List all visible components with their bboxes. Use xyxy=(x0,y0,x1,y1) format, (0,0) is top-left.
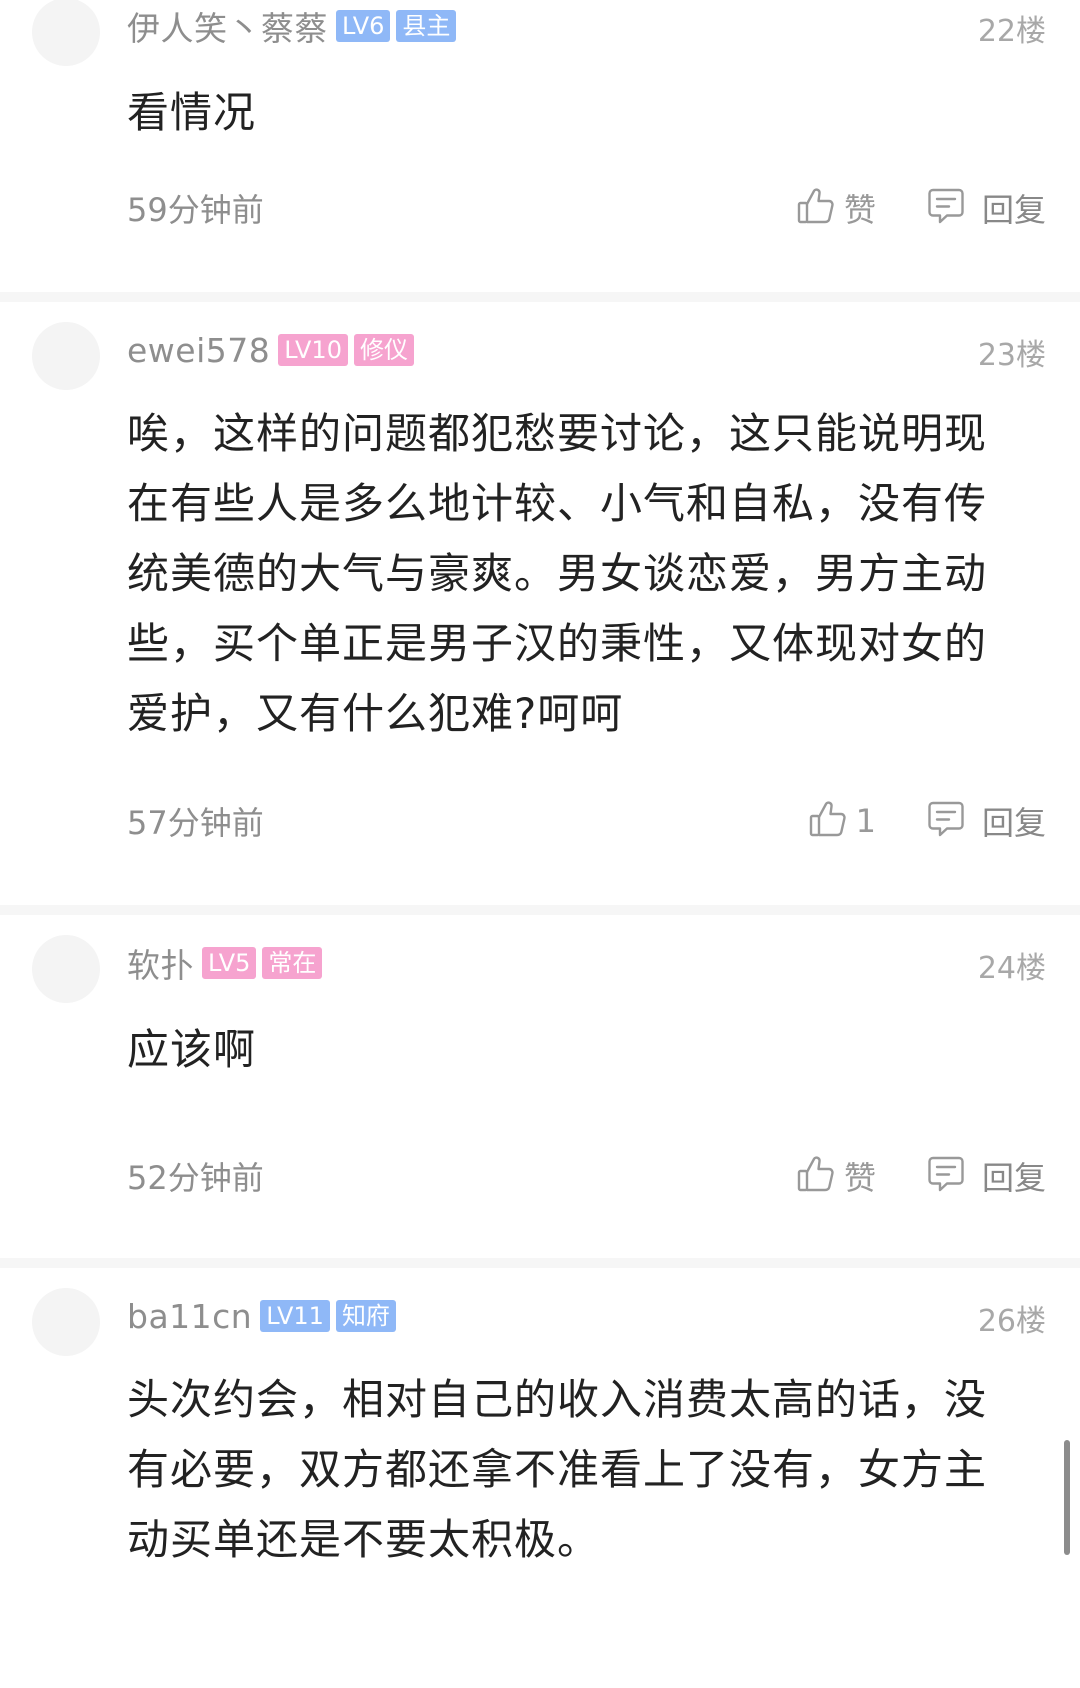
reply-label: 回复 xyxy=(981,191,1046,229)
avatar[interactable] xyxy=(32,935,100,1003)
level-badge: LV10 xyxy=(278,334,348,366)
comment-meta: ba11cn LV11 知府 xyxy=(127,1294,396,1338)
comment-footer: 57分钟前 1 回复 xyxy=(127,797,1046,845)
comment-meta: 软扑 LV5 常在 xyxy=(127,939,323,987)
like-button[interactable]: 1 xyxy=(808,799,876,843)
timestamp: 52分钟前 xyxy=(127,1159,264,1197)
timestamp: 57分钟前 xyxy=(127,804,264,842)
title-badge: 常在 xyxy=(262,947,323,979)
like-label: 赞 xyxy=(843,191,876,229)
floor-number: 22楼 xyxy=(977,14,1046,49)
reply-label: 回复 xyxy=(981,1159,1046,1197)
comment-item: 伊人笑丶蔡蔡 LV6 县主 22楼 看情况 59分钟前 赞 回复 xyxy=(0,0,1080,292)
divider xyxy=(0,905,1080,915)
divider xyxy=(0,292,1080,302)
comment-feed: 伊人笑丶蔡蔡 LV6 县主 22楼 看情况 59分钟前 赞 回复 ewei578… xyxy=(0,0,1080,1688)
divider xyxy=(0,1258,1080,1268)
avatar[interactable] xyxy=(32,1288,100,1356)
comment-meta: 伊人笑丶蔡蔡 LV6 县主 xyxy=(127,2,457,50)
floor-number: 23楼 xyxy=(977,338,1046,373)
thumbs-up-icon xyxy=(796,186,836,230)
comment-meta: ewei578 LV10 修仪 xyxy=(127,328,414,372)
floor-number: 24楼 xyxy=(977,951,1046,986)
username[interactable]: ewei578 xyxy=(127,331,270,370)
like-count: 1 xyxy=(855,802,876,840)
avatar[interactable] xyxy=(32,0,100,66)
comment-text: 看情况 xyxy=(127,88,257,137)
thumbs-up-icon xyxy=(808,799,848,843)
title-badge: 知府 xyxy=(335,1300,396,1332)
thumbs-up-icon xyxy=(796,1154,836,1198)
comment-footer: 59分钟前 赞 回复 xyxy=(127,184,1046,232)
comment-text: 头次约会，相对自己的收入消费太高的话，没有必要，双方都还拿不准看上了没有，女方主… xyxy=(127,1375,988,1564)
level-badge: LV11 xyxy=(260,1300,330,1332)
title-badge: 修仪 xyxy=(353,334,414,366)
level-badge: LV6 xyxy=(336,10,391,42)
like-button[interactable]: 赞 xyxy=(796,1153,876,1199)
username[interactable]: ba11cn xyxy=(127,1297,252,1336)
reply-button[interactable]: 回复 xyxy=(926,1153,1046,1199)
comment-footer: 52分钟前 赞 回复 xyxy=(127,1152,1046,1200)
reply-button[interactable]: 回复 xyxy=(926,185,1046,231)
comment-item: 软扑 LV5 常在 24楼 应该啊 52分钟前 赞 回复 xyxy=(0,915,1080,1258)
reply-label: 回复 xyxy=(981,804,1046,842)
username[interactable]: 伊人笑丶蔡蔡 xyxy=(127,2,328,50)
like-button[interactable]: 赞 xyxy=(796,185,876,231)
comment-item: ewei578 LV10 修仪 23楼 唉，这样的问题都犯愁要讨论，这只能说明现… xyxy=(0,302,1080,905)
comment-text: 唉，这样的问题都犯愁要讨论，这只能说明现在有些人是多么地计较、小气和自私，没有传… xyxy=(127,409,988,738)
scrollbar[interactable] xyxy=(1064,1440,1070,1555)
comment-item: ba11cn LV11 知府 26楼 头次约会，相对自己的收入消费太高的话，没有… xyxy=(0,1268,1080,1688)
reply-button[interactable]: 回复 xyxy=(926,798,1046,844)
like-label: 赞 xyxy=(843,1159,876,1197)
comment-bubble-icon xyxy=(926,799,966,843)
timestamp: 59分钟前 xyxy=(127,191,264,229)
floor-number: 26楼 xyxy=(977,1304,1046,1339)
comment-text: 应该啊 xyxy=(127,1025,257,1074)
comment-bubble-icon xyxy=(926,1154,966,1198)
avatar[interactable] xyxy=(32,322,100,390)
comment-bubble-icon xyxy=(926,186,966,230)
title-badge: 县主 xyxy=(396,10,457,42)
username[interactable]: 软扑 xyxy=(127,939,194,987)
level-badge: LV5 xyxy=(202,947,257,979)
